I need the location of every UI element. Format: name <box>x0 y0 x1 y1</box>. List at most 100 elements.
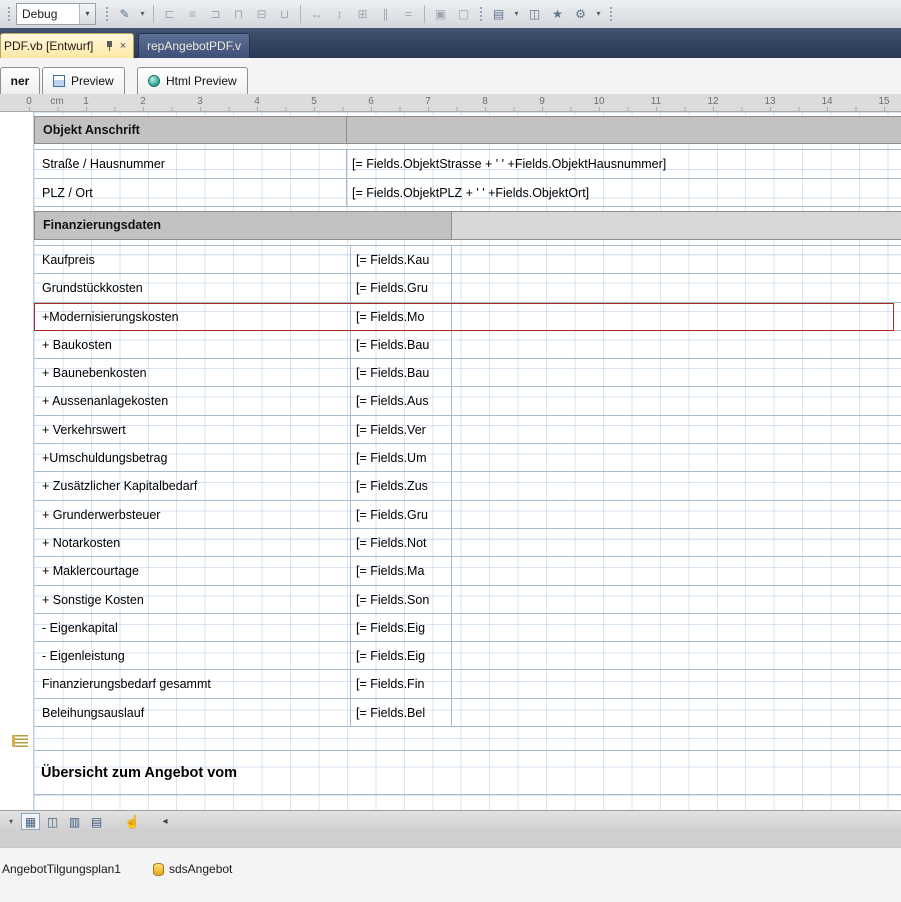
design-surface[interactable]: Objekt Anschrift Straße / Hausnummer [= … <box>0 112 901 810</box>
table-row[interactable]: + Aussenanlagekosten [= Fields.Aus <box>34 387 901 416</box>
table-row[interactable]: + Notarkosten [= Fields.Not <box>34 529 901 558</box>
toolbar-grip[interactable] <box>8 7 10 21</box>
table-row[interactable]: PLZ / Ort [= Fields.ObjektPLZ + ' ' +Fie… <box>34 179 901 207</box>
row-label[interactable]: + Zusätzlicher Kapitalbedarf <box>42 472 197 500</box>
band-objekt-anschrift-empty-cell[interactable] <box>346 116 901 144</box>
row-label[interactable]: + Grunderwerbsteuer <box>42 501 160 529</box>
table-row[interactable]: + Verkehrswert [= Fields.Ver <box>34 416 901 445</box>
table-row[interactable]: Beleihungsauslauf [= Fields.Bel <box>34 699 901 728</box>
send-to-back-icon[interactable]: ▢ <box>453 4 474 24</box>
row-expression[interactable]: [= Fields.Eig <box>356 614 425 642</box>
chevron-down-icon[interactable]: ▾ <box>593 4 604 24</box>
footer-section-cell[interactable]: Übersicht zum Angebot vom <box>34 750 901 795</box>
tab-document-inactive[interactable]: repAngebotPDF.vb <box>138 33 250 58</box>
copy-icon[interactable]: ◫ <box>524 4 545 24</box>
footer-heading[interactable]: Übersicht zum Angebot vom <box>41 765 237 781</box>
toolbar-options-chevron-icon[interactable]: ▾ <box>4 817 18 826</box>
toolbar-grip[interactable] <box>480 7 482 21</box>
report-page-area[interactable]: Objekt Anschrift Straße / Hausnummer [= … <box>33 112 901 810</box>
row-expression[interactable]: [= Fields.Fin <box>356 670 424 698</box>
row-expression[interactable]: [= Fields.Eig <box>356 642 425 670</box>
band-finanzierungsdaten-empty-cell[interactable] <box>451 211 901 240</box>
align-middles-icon[interactable]: ⊟ <box>251 4 272 24</box>
close-icon[interactable]: × <box>116 40 130 52</box>
row-label[interactable]: Beleihungsauslauf <box>42 699 144 727</box>
row-label[interactable]: Kaufpreis <box>42 246 95 274</box>
row-expression[interactable]: [= Fields.Son <box>356 586 429 614</box>
table-row[interactable]: + Sonstige Kosten [= Fields.Son <box>34 586 901 614</box>
align-left-edges-icon[interactable]: ⊏ <box>159 4 180 24</box>
table-row[interactable]: + Baukosten [= Fields.Bau <box>34 331 901 360</box>
tab-designer[interactable]: ner <box>0 67 40 94</box>
table-row[interactable]: Finanzierungsbedarf gesammt [= Fields.Fi… <box>34 670 901 699</box>
align-tops-icon[interactable]: ⊓ <box>228 4 249 24</box>
table-row[interactable]: - Eigenkapital [= Fields.Eig <box>34 614 901 643</box>
row-expression[interactable]: [= Fields.Um <box>356 444 427 472</box>
row-label[interactable]: + Baukosten <box>42 331 112 359</box>
new-report-icon[interactable]: ▤ <box>488 4 509 24</box>
toolbar-grip[interactable] <box>610 7 612 21</box>
grid-view-icon[interactable]: ▦ <box>21 813 40 830</box>
tray-item-angebot-tilgungsplan[interactable]: AngebotTilgungsplan1 <box>2 859 121 879</box>
debug-config-dropdown[interactable]: Debug ▾ <box>16 3 96 25</box>
hand-tool-icon[interactable]: ☝ <box>123 814 142 830</box>
pin-icon[interactable] <box>105 40 114 52</box>
row-label[interactable]: + Verkehrswert <box>42 416 126 444</box>
table-row[interactable]: Grundstückkosten [= Fields.Gru <box>34 274 901 303</box>
table-row[interactable]: + Maklercourtage [= Fields.Ma <box>34 557 901 586</box>
table-row[interactable]: + Grunderwerbsteuer [= Fields.Gru <box>34 501 901 529</box>
chevron-down-icon[interactable]: ▾ <box>79 4 95 24</box>
vertical-spacing-icon[interactable]: = <box>398 4 419 24</box>
row-label[interactable]: + Baunebenkosten <box>42 359 147 387</box>
table-row[interactable]: + Baunebenkosten [= Fields.Bau <box>34 359 901 388</box>
wizard-icon[interactable]: ★ <box>547 4 568 24</box>
table-row[interactable]: Kaufpreis [= Fields.Kau <box>34 246 901 275</box>
row-label[interactable]: Finanzierungsbedarf gesammt <box>42 670 211 698</box>
row-expression[interactable]: [= Fields.Not <box>356 529 427 557</box>
make-same-width-icon[interactable]: ↔ <box>306 4 327 24</box>
row-label[interactable]: +Umschuldungsbetrag <box>42 444 167 472</box>
row-label[interactable]: + Maklercourtage <box>42 557 139 585</box>
row-expression[interactable]: [= Fields.Gru <box>356 274 428 302</box>
table-row[interactable]: Straße / Hausnummer [= Fields.ObjektStra… <box>34 150 901 179</box>
chevron-down-icon[interactable]: ▾ <box>511 4 522 24</box>
format-pen-icon[interactable]: ✎ <box>114 4 135 24</box>
row-label[interactable]: + Aussenanlagekosten <box>42 387 168 415</box>
row-expression[interactable]: [= Fields.Bel <box>356 699 425 727</box>
table-row[interactable]: + Zusätzlicher Kapitalbedarf [= Fields.Z… <box>34 472 901 501</box>
tab-document-active[interactable]: PDF.vb [Entwurf] × <box>0 33 134 58</box>
row-expression[interactable]: [= Fields.Bau <box>356 359 429 387</box>
tab-preview[interactable]: Preview <box>42 67 125 94</box>
row-expression[interactable]: [= Fields.Aus <box>356 387 429 415</box>
split-view-icon[interactable]: ◫ <box>43 813 62 830</box>
row-label[interactable]: - Eigenleistung <box>42 642 125 670</box>
toolbar-grip[interactable] <box>106 7 108 21</box>
table-row-selected[interactable]: +Modernisierungskosten [= Fields.Mo <box>34 303 901 331</box>
tray-item-sds-angebot[interactable]: sdsAngebot <box>153 859 232 879</box>
row-label[interactable]: +Modernisierungskosten <box>42 303 179 331</box>
settings-gear-icon[interactable]: ⚙ <box>570 4 591 24</box>
row-label[interactable]: - Eigenkapital <box>42 614 118 642</box>
row-expression[interactable]: [= Fields.ObjektStrasse + ' ' +Fields.Ob… <box>352 150 666 178</box>
list-view-icon[interactable]: ▥ <box>65 813 84 830</box>
row-expression[interactable]: [= Fields.Bau <box>356 331 429 359</box>
chevron-down-icon[interactable]: ▾ <box>137 4 148 24</box>
row-expression[interactable]: [= Fields.ObjektPLZ + ' ' +Fields.Objekt… <box>352 179 589 207</box>
horizontal-spacing-icon[interactable]: ∥ <box>375 4 396 24</box>
row-label[interactable]: Straße / Hausnummer <box>42 150 165 178</box>
page-view-icon[interactable]: ▤ <box>87 813 106 830</box>
row-label[interactable]: + Sonstige Kosten <box>42 586 144 614</box>
band-objekt-anschrift[interactable]: Objekt Anschrift <box>34 116 347 144</box>
row-expression[interactable]: [= Fields.Gru <box>356 501 428 529</box>
row-expression[interactable]: [= Fields.Zus <box>356 472 428 500</box>
align-right-edges-icon[interactable]: ⊐ <box>205 4 226 24</box>
band-marker-icon[interactable] <box>12 735 28 747</box>
row-expression[interactable]: [= Fields.Ver <box>356 416 426 444</box>
make-same-height-icon[interactable]: ↕ <box>329 4 350 24</box>
row-label[interactable]: + Notarkosten <box>42 529 120 557</box>
band-finanzierungsdaten[interactable]: Finanzierungsdaten <box>34 211 452 240</box>
row-label[interactable]: PLZ / Ort <box>42 179 93 207</box>
row-expression[interactable]: [= Fields.Ma <box>356 557 424 585</box>
table-row[interactable]: +Umschuldungsbetrag [= Fields.Um <box>34 444 901 473</box>
table-row[interactable]: - Eigenleistung [= Fields.Eig <box>34 642 901 671</box>
